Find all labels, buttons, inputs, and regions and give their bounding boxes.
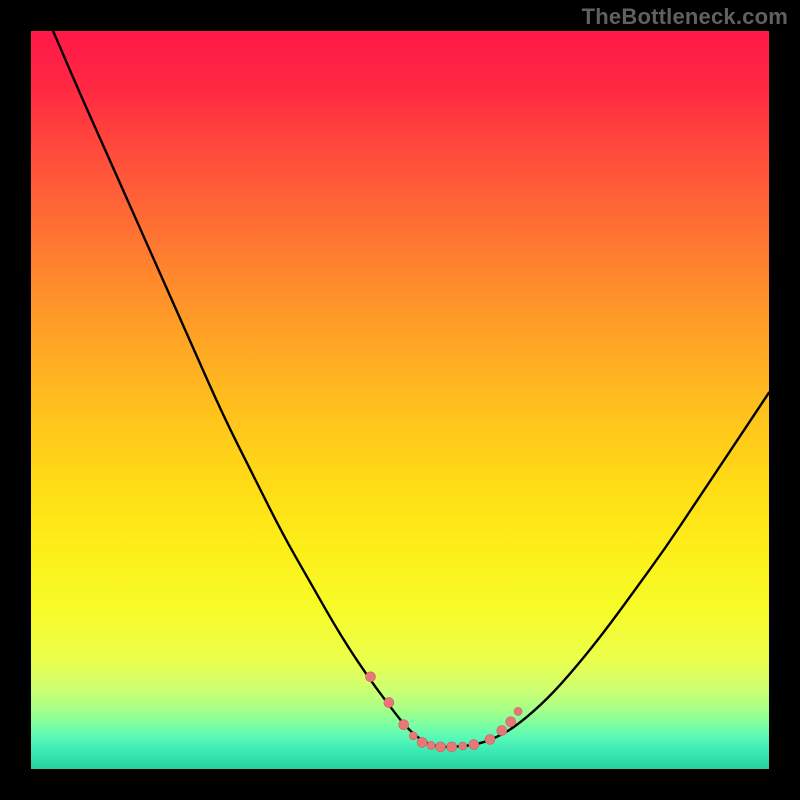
marker-dot [409, 732, 417, 740]
marker-dot [485, 735, 495, 745]
plot-area [31, 31, 769, 769]
chart-frame: TheBottleneck.com [0, 0, 800, 800]
marker-dot [469, 740, 479, 750]
marker-dot [497, 726, 507, 736]
marker-dot [514, 707, 522, 715]
watermark-text: TheBottleneck.com [582, 4, 788, 30]
marker-dot [427, 741, 435, 749]
curve-layer [31, 31, 769, 769]
marker-group [366, 672, 523, 752]
marker-dot [384, 698, 394, 708]
marker-dot [459, 742, 467, 750]
marker-dot [399, 720, 409, 730]
marker-dot [436, 742, 446, 752]
bottleneck-curve [53, 31, 769, 747]
marker-dot [366, 672, 376, 682]
marker-dot [447, 742, 457, 752]
marker-dot [417, 737, 427, 747]
marker-dot [506, 717, 516, 727]
